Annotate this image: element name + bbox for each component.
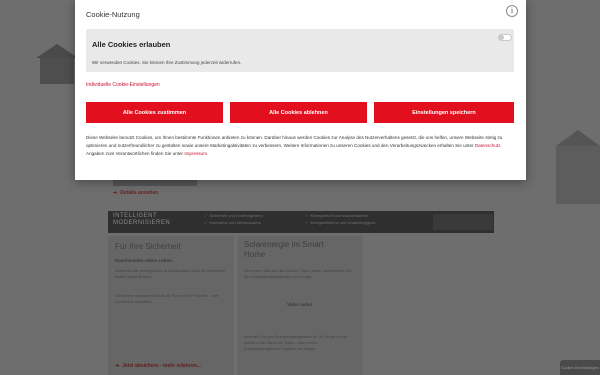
accept-all-cookies-button[interactable]: Alle Cookies zustimmen [86, 102, 223, 123]
video-load-button[interactable]: Video laden [287, 302, 312, 307]
card-safety-subtitle: Rauchmelder retten Leben. [115, 258, 174, 263]
cookie-info-text: Diese Webseite benutzt Cookies, um Ihnen… [86, 135, 503, 156]
card-safety-text2: Wir bieten optimalen Schutz für Sie und … [115, 293, 219, 304]
smart-features-col2: ✓ Klimagerecht und zukunftssicher ✓ Energi… [305, 213, 376, 225]
imprint-link[interactable]: Impressum [184, 151, 207, 156]
card-solar-consent-text: Mit einem Klick auf den Button "Video la… [244, 268, 352, 279]
cookie-modal: Cookie-Nutzung i Alle Cookies erlauben W… [75, 0, 526, 180]
card-safety-title: Für Ihre Sicherheit [115, 242, 181, 251]
hero-strip [113, 180, 197, 186]
arrow-right-icon: ➜ [113, 190, 118, 196]
info-icon[interactable]: i [506, 5, 518, 17]
card-safety-text1: Jeden Monat verunglücken in Deutschland … [115, 268, 225, 279]
house-illustration-left [36, 44, 78, 84]
modal-title: Cookie-Nutzung [86, 10, 140, 19]
card-solar-text: Nehmen Sie das Energiemanagement für Ihr… [244, 334, 347, 351]
allow-all-cookies-title: Alle Cookies erlauben [92, 40, 171, 49]
cookie-settings-tab[interactable]: Cookie-Einstellungen [560, 360, 600, 375]
arrow-right-icon: ➜ [115, 363, 120, 369]
toggle-knob [499, 35, 504, 40]
allow-all-cookies-toggle[interactable] [498, 34, 512, 41]
house-illustration-right [556, 130, 600, 204]
check-icon: ✓ [305, 220, 309, 225]
card-solar-title: Solarenergie im Smart Home [244, 240, 324, 259]
card-safety-link[interactable]: ➜ Jetzt absichern - mehr erfahren... [115, 363, 201, 369]
allow-all-cookies-panel: Alle Cookies erlauben Wir verwenden Cook… [86, 29, 514, 72]
smart-features-col1: ✓ Sicherheit und Komfortgewinn ✓ Innovatio… [204, 213, 263, 225]
smart-image [433, 214, 493, 230]
save-settings-button[interactable]: Einstellungen speichern [374, 102, 514, 123]
check-icon: ✓ [204, 213, 208, 218]
check-icon: ✓ [305, 213, 309, 218]
smart-modernize-title: INTELLIGENT MODERNISIEREN [113, 213, 171, 226]
details-link[interactable]: ➜ Details ansehen [113, 190, 158, 196]
privacy-link[interactable]: Datenschutz [475, 143, 501, 148]
individual-cookie-settings-link[interactable]: Individuelle Cookie-Einstellungen [86, 82, 160, 88]
check-icon: ✓ [204, 220, 208, 225]
reject-all-cookies-button[interactable]: Alle Cookies ablehnen [230, 102, 367, 123]
card-safety [108, 236, 234, 375]
allow-all-cookies-description: Wir verwenden Cookies. Sie können Ihre Z… [92, 60, 242, 65]
